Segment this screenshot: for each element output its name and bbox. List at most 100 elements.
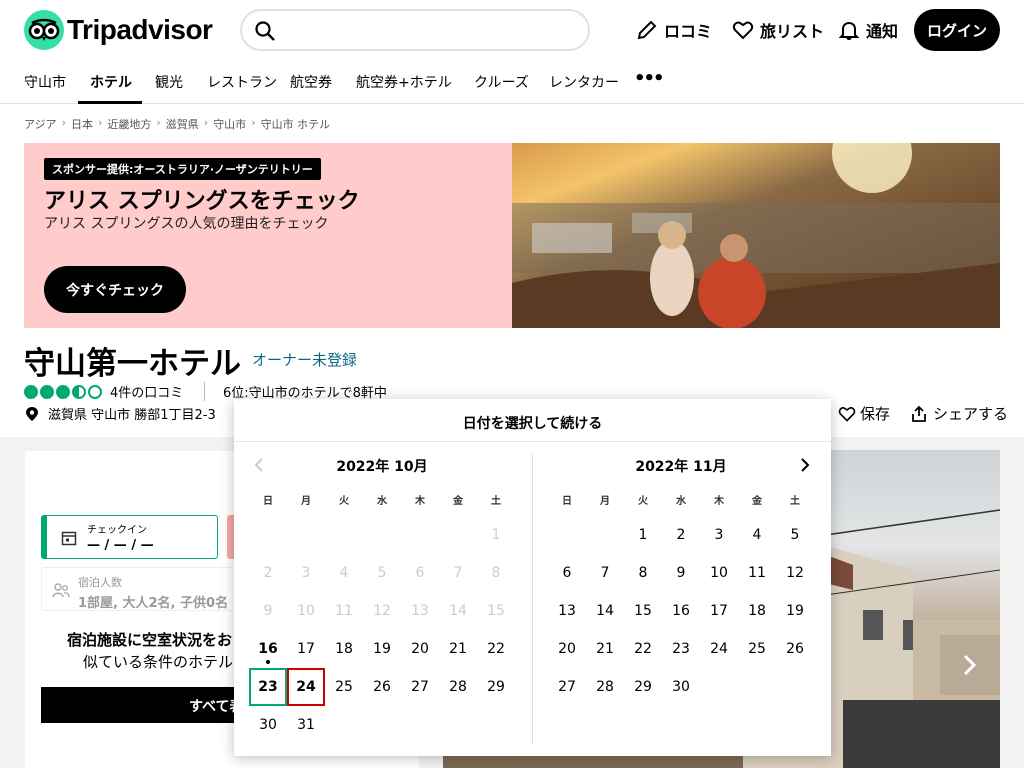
calendar-day[interactable]: 22 (624, 630, 662, 668)
calendar-day[interactable]: 23 (662, 630, 700, 668)
save-label: 保存 (860, 405, 891, 423)
calendar-day[interactable]: 14 (586, 592, 624, 630)
chevron-right-icon (940, 635, 1000, 695)
calendar-day[interactable]: 12 (776, 554, 814, 592)
weekday-header: 日 (263, 496, 273, 507)
breadcrumb-item[interactable]: 近畿地方 (107, 116, 151, 132)
calendar-day[interactable]: 4 (738, 516, 776, 554)
calendar-day[interactable]: 17 (700, 592, 738, 630)
calendar-day[interactable]: 18 (325, 630, 363, 668)
calendar-day[interactable]: 15 (624, 592, 662, 630)
category-tabs: 守山市 ホテル 観光 レストラン 航空券 航空券+ホテル クルーズ レンタカー … (0, 60, 1024, 104)
breadcrumb-item[interactable]: 守山市 ホテル (261, 116, 331, 132)
calendar-day[interactable]: 16 (249, 630, 287, 668)
next-month-icon[interactable] (798, 457, 812, 473)
owner-unregistered-link[interactable]: オーナー未登録 (252, 349, 357, 370)
month-title-november: 2022年 11月 (635, 459, 727, 475)
calendar-day[interactable]: 29 (624, 668, 662, 706)
calendar-day[interactable]: 19 (776, 592, 814, 630)
tab-flight-hotel[interactable]: 航空券+ホテル (356, 72, 452, 92)
tab-hotels[interactable]: ホテル (90, 72, 132, 92)
search-input[interactable] (240, 9, 590, 51)
checkin-value: — / — / — (87, 538, 154, 553)
calendar-day[interactable]: 25 (325, 668, 363, 706)
rating-bubble-full (24, 384, 38, 399)
calendar-day[interactable]: 18 (738, 592, 776, 630)
weekday-header: 月 (301, 496, 311, 507)
calendar-day[interactable]: 31 (287, 706, 325, 744)
calendar-day[interactable]: 2 (662, 516, 700, 554)
tab-sightseeing[interactable]: 観光 (155, 72, 183, 92)
calendar-day: 12 (373, 603, 391, 619)
calendar-day[interactable]: 8 (624, 554, 662, 592)
calendar-day[interactable]: 21 (586, 630, 624, 668)
weekday-header: 月 (600, 496, 610, 507)
calendar-day[interactable]: 20 (548, 630, 586, 668)
tab-restaurants[interactable]: レストラン (207, 72, 277, 92)
calendar-day[interactable]: 20 (401, 630, 439, 668)
calendar-day[interactable]: 23 (249, 668, 287, 706)
tab-rental-cars[interactable]: レンタカー (549, 72, 619, 92)
calendar-day[interactable]: 3 (700, 516, 738, 554)
notifications-nav-button[interactable]: 通知 (838, 18, 898, 42)
banner-photo (512, 143, 1000, 328)
breadcrumb-item[interactable]: アジア (24, 116, 57, 132)
reviews-nav-button[interactable]: ロコミ (636, 18, 712, 42)
previous-month-icon[interactable] (252, 457, 266, 473)
availability-title: 宿泊施設に空室状況をお (67, 631, 233, 649)
calendar-day[interactable]: 10 (700, 554, 738, 592)
calendar-day[interactable]: 26 (363, 668, 401, 706)
calendar-day[interactable]: 24 (700, 630, 738, 668)
calendar-day: 11 (335, 603, 353, 619)
more-tabs-button[interactable]: ••• (634, 68, 664, 89)
calendar-day[interactable]: 6 (548, 554, 586, 592)
calendar-day: 3 (301, 565, 311, 581)
calendar-day[interactable]: 26 (776, 630, 814, 668)
review-count[interactable]: 4件の口コミ (110, 382, 183, 401)
breadcrumb-item[interactable]: 守山市 (213, 116, 246, 132)
trips-nav-button[interactable]: 旅リスト (732, 18, 824, 42)
calendar-day[interactable]: 7 (586, 554, 624, 592)
calendar-day[interactable]: 21 (439, 630, 477, 668)
owl-logo-icon (24, 10, 64, 50)
rating-bubble-full (40, 384, 54, 399)
calendar-day[interactable]: 30 (662, 668, 700, 706)
calendar-day[interactable]: 27 (401, 668, 439, 706)
calendar-day[interactable]: 1 (624, 516, 662, 554)
tripadvisor-logo[interactable]: Tripadvisor (24, 10, 213, 50)
weekday-header: 水 (377, 496, 387, 507)
calendar-day[interactable]: 9 (662, 554, 700, 592)
calendar-day[interactable]: 13 (548, 592, 586, 630)
calendar-day[interactable]: 24 (287, 668, 325, 706)
tab-cruises[interactable]: クルーズ (474, 72, 529, 92)
calendar-day[interactable]: 5 (776, 516, 814, 554)
login-button[interactable]: ログイン (914, 9, 1000, 51)
check-now-button[interactable]: 今すぐチェック (44, 266, 186, 313)
calendar-day[interactable]: 28 (439, 668, 477, 706)
rating-bubbles[interactable]: 4件の口コミ (24, 382, 183, 401)
calendar-day[interactable]: 17 (287, 630, 325, 668)
sponsored-banner[interactable]: スポンサー提供:オーストラリア·ノーザンテリトリー アリス スプリングスをチェッ… (24, 143, 1000, 328)
save-button[interactable]: 保存 (838, 403, 890, 424)
breadcrumb-item[interactable]: 日本 (71, 116, 93, 132)
calendar-day[interactable]: 28 (586, 668, 624, 706)
share-button[interactable]: シェアする (910, 403, 1008, 424)
tab-flights[interactable]: 航空券 (290, 72, 332, 92)
breadcrumb-item[interactable]: 滋賀県 (166, 116, 199, 132)
calendar-day[interactable]: 11 (738, 554, 776, 592)
calendar-day[interactable]: 30 (249, 706, 287, 744)
weekday-header: 水 (676, 496, 686, 507)
guests-field[interactable]: 宿泊人数 1部屋, 大人2名, 子供0名 (41, 567, 247, 611)
calendar-day[interactable]: 16 (662, 592, 700, 630)
calendar-day[interactable]: 29 (477, 668, 515, 706)
calendar-day[interactable]: 19 (363, 630, 401, 668)
calendar-day[interactable]: 25 (738, 630, 776, 668)
calendar-day[interactable]: 22 (477, 630, 515, 668)
calendar-day[interactable]: 27 (548, 668, 586, 706)
weekday-header: 土 (790, 496, 800, 507)
hotel-address: 滋賀県 守山市 勝部1丁目2-3 (24, 404, 216, 423)
tab-city[interactable]: 守山市 (24, 72, 66, 92)
next-photo-button[interactable] (940, 635, 1000, 695)
heart-icon (838, 406, 856, 422)
checkin-field[interactable]: チェックイン — / — / — (41, 515, 218, 559)
